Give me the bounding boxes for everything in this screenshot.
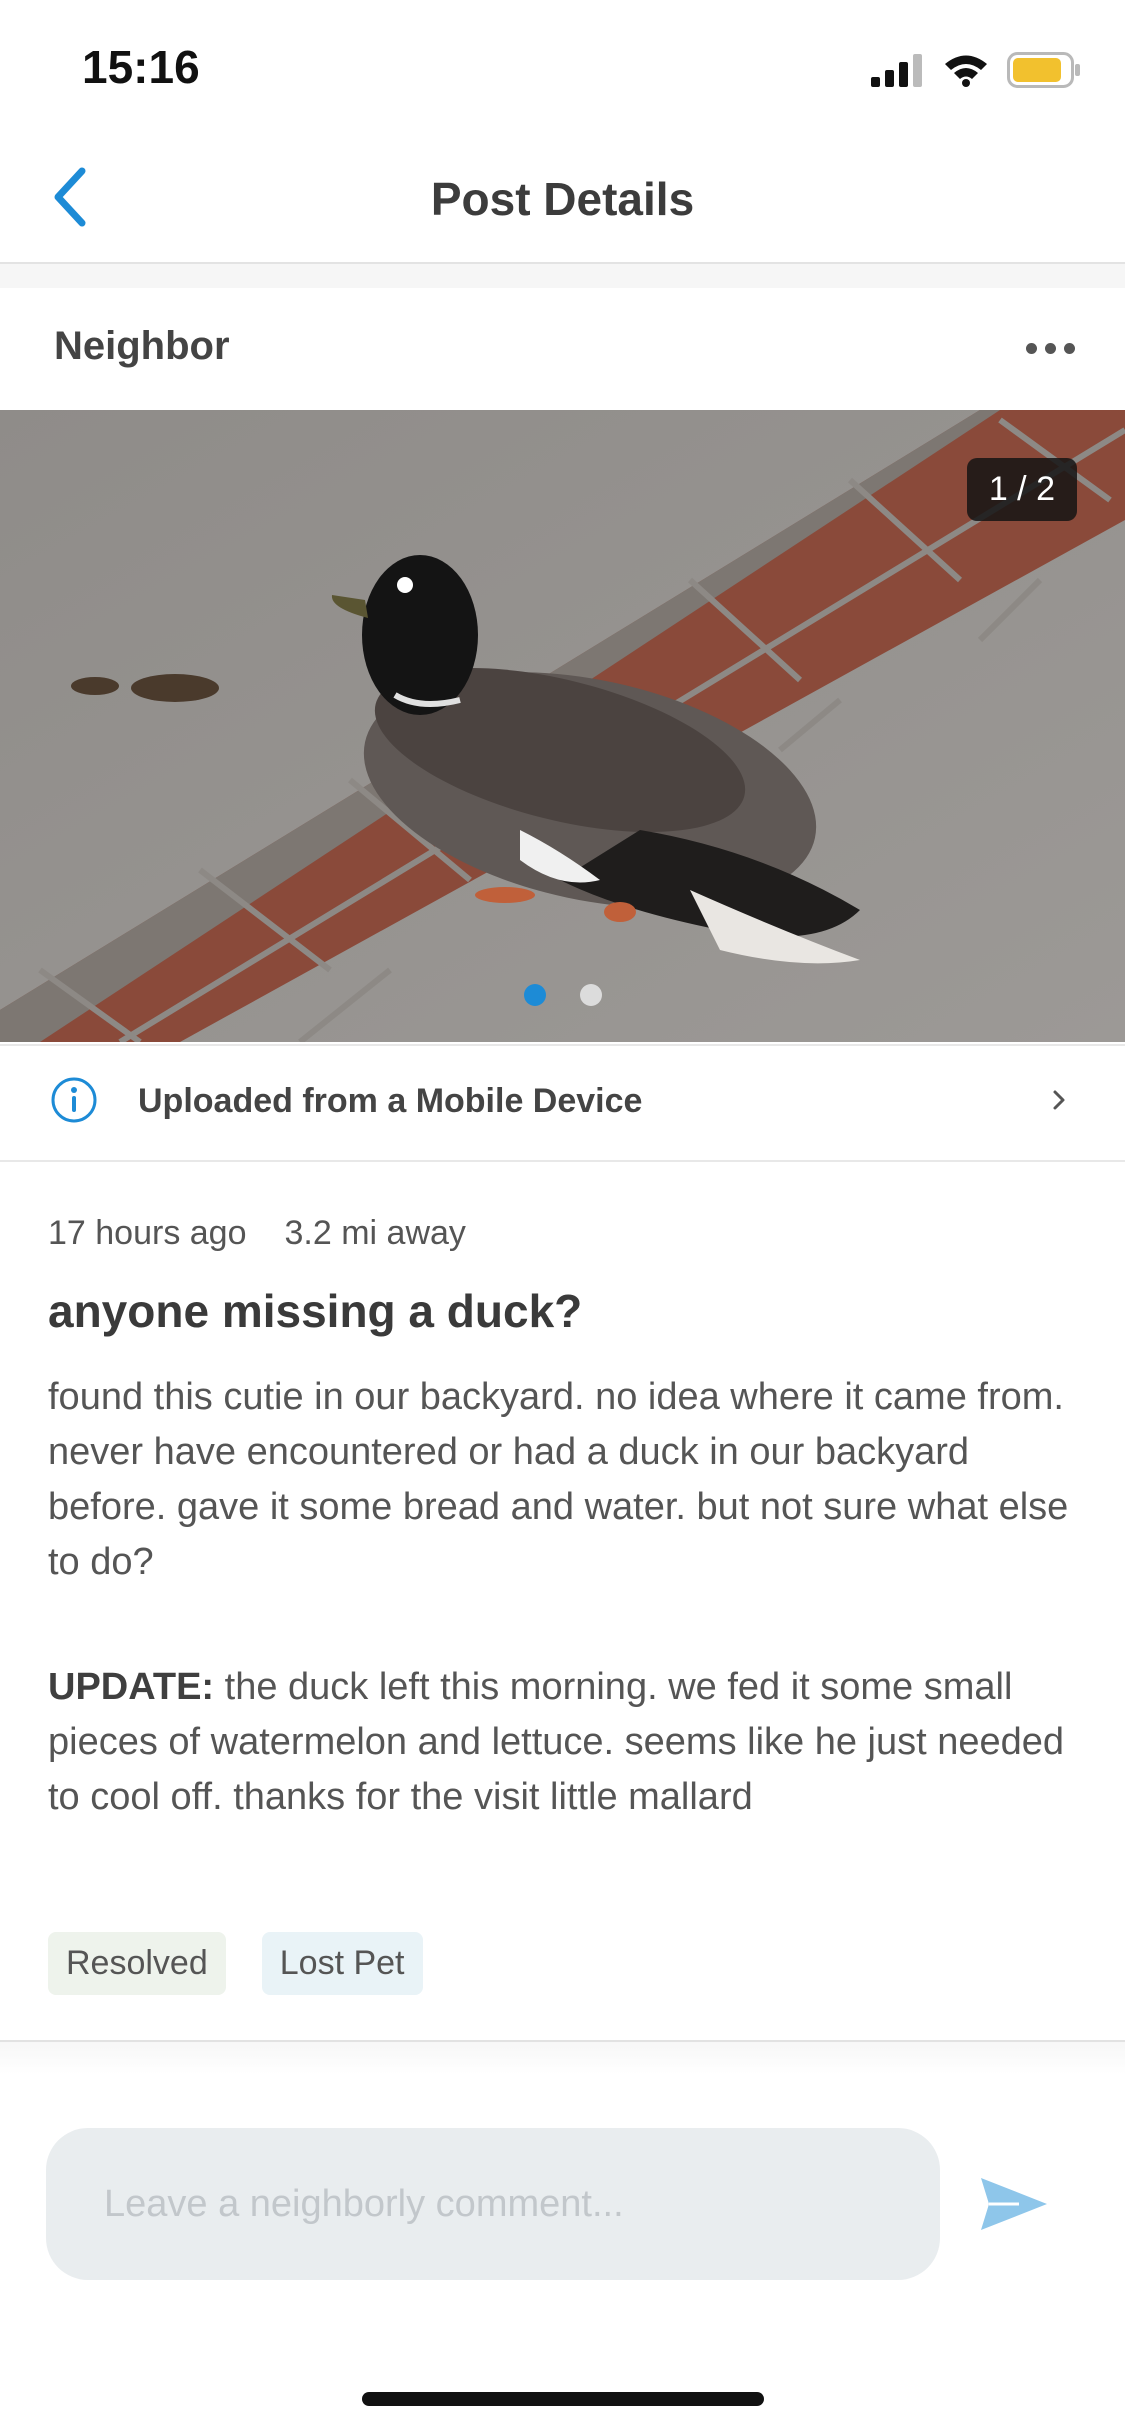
more-dot-icon [1044,342,1056,354]
tag-lost-pet[interactable]: Lost Pet [261,1932,423,1995]
author-name: Neighbor [54,324,230,368]
chevron-right-icon [1053,1090,1065,1110]
photo-counter: 1 / 2 [966,458,1077,521]
signal-icon [871,54,922,87]
tag-resolved[interactable]: Resolved [48,1932,226,1995]
wifi-icon [945,55,987,87]
post-distance: 3.2 mi away [284,1214,466,1252]
post-time: 17 hours ago [48,1214,247,1252]
pager-dot[interactable] [523,984,546,1006]
post-meta: 17 hours ago 3.2 mi away [48,1214,466,1253]
send-icon[interactable] [979,2174,1049,2234]
author-row: Neighbor [0,288,1125,410]
status-icons [871,50,1081,90]
more-options-button[interactable] [1015,318,1085,378]
upload-source-row[interactable]: Uploaded from a Mobile Device [0,1044,1125,1162]
home-indicator [362,2392,764,2406]
page-title: Post Details [430,173,695,225]
photo-pager [0,984,1125,1006]
post-update: UPDATE: the duck left this morning. we f… [48,1660,1078,1825]
comment-input[interactable] [46,2128,940,2280]
duck-photo-image [0,410,1125,1042]
post-title: anyone missing a duck? [48,1285,583,1337]
post-photo[interactable]: 1 / 2 [0,410,1125,1042]
status-bar: 15:16 [0,0,1125,132]
nav-bar: Post Details [0,132,1125,264]
more-dot-icon [1063,342,1075,354]
info-icon [51,1077,97,1123]
section-gap [0,264,1125,288]
scroll-fade [0,2042,1125,2074]
post-details-screen: 15:16 Post Details Neighbor 1 / 2 Upload… [0,0,1125,2436]
upload-source-label: Uploaded from a Mobile Device [138,1082,643,1120]
pager-dot[interactable] [579,984,602,1006]
comment-bar [0,2074,1125,2336]
battery-icon [1007,52,1080,88]
update-label: UPDATE: [48,1666,215,1708]
post-tags: Resolved Lost Pet [48,1932,423,1995]
post-body: found this cutie in our backyard. no ide… [48,1376,1069,1583]
status-time: 15:16 [82,41,200,93]
more-dot-icon [1025,342,1037,354]
